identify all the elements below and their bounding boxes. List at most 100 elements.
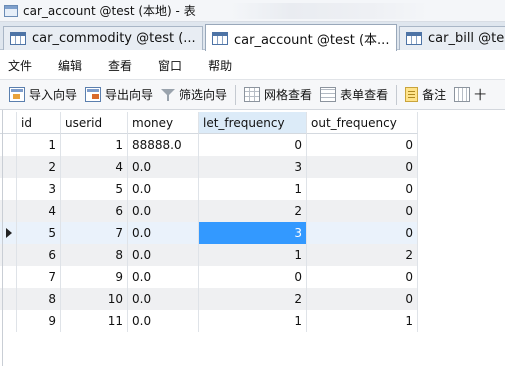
window-title-bar: car_account @test (本地) - 表 — [0, 0, 505, 22]
cell-let-frequency[interactable]: 2 — [199, 200, 307, 222]
cell-money[interactable]: 0.0 — [128, 244, 199, 266]
blurred-region — [230, 3, 430, 19]
column-header-userid[interactable]: userid — [61, 112, 128, 134]
table-row[interactable]: 6 8 0.0 1 2 — [0, 244, 418, 266]
cell-userid[interactable]: 7 — [61, 222, 128, 244]
tab-car-commodity[interactable]: car_commodity @test (... — [3, 26, 203, 50]
cell-id[interactable]: 9 — [17, 310, 61, 332]
table-icon — [212, 31, 228, 45]
tab-label: car_account @test (本... — [234, 32, 390, 48]
cell-userid[interactable]: 1 — [61, 134, 128, 156]
cell-id[interactable]: 8 — [17, 288, 61, 310]
cell-out-frequency[interactable]: 1 — [307, 310, 418, 332]
column-header-id[interactable]: id — [17, 112, 61, 134]
cell-money[interactable]: 0.0 — [128, 310, 199, 332]
cell-out-frequency[interactable]: 0 — [307, 134, 418, 156]
grid-view-button[interactable]: 网格查看 — [244, 86, 312, 103]
cell-out-frequency[interactable]: 0 — [307, 156, 418, 178]
grid-view-label: 网格查看 — [264, 88, 313, 102]
cell-money[interactable]: 0.0 — [128, 156, 199, 178]
cell-userid[interactable]: 11 — [61, 310, 128, 332]
window-title: car_account @test (本地) - 表 — [23, 4, 196, 18]
cell-let-frequency[interactable]: 1 — [199, 178, 307, 200]
table-row-current[interactable]: 5 7 0.0 3 0 — [0, 222, 418, 244]
cell-out-frequency[interactable]: 0 — [307, 288, 418, 310]
column-header-money[interactable]: money — [128, 112, 199, 134]
table-row[interactable]: 9 11 0.0 1 1 — [0, 310, 418, 332]
cell-let-frequency[interactable]: 2 — [199, 288, 307, 310]
current-row-arrow-icon — [6, 228, 12, 238]
cell-id[interactable]: 7 — [17, 266, 61, 288]
menu-help[interactable]: 帮助 — [208, 57, 232, 74]
close-icon[interactable]: × — [396, 31, 397, 45]
cell-money[interactable]: 0.0 — [128, 222, 199, 244]
table-row[interactable]: 8 10 0.0 2 0 — [0, 288, 418, 310]
form-view-button[interactable]: 表单查看 — [320, 86, 388, 103]
cell-id[interactable]: 2 — [17, 156, 61, 178]
export-icon — [85, 87, 102, 102]
column-header-out-frequency[interactable]: out_frequency — [307, 112, 418, 134]
cell-id[interactable]: 6 — [17, 244, 61, 266]
tab-strip: car_commodity @test (... car_account @te… — [0, 22, 505, 51]
column-header-let-frequency[interactable]: let_frequency — [199, 112, 307, 134]
menu-view[interactable]: 查看 — [108, 57, 132, 74]
cell-money[interactable]: 0.0 — [128, 288, 199, 310]
table-row[interactable]: 4 6 0.0 2 0 — [0, 200, 418, 222]
export-wizard-button[interactable]: 导出向导 — [85, 86, 153, 103]
cell-userid[interactable]: 9 — [61, 266, 128, 288]
cell-let-frequency[interactable]: 3 — [199, 156, 307, 178]
cell-userid[interactable]: 8 — [61, 244, 128, 266]
cell-userid[interactable]: 10 — [61, 288, 128, 310]
cell-id[interactable]: 5 — [17, 222, 61, 244]
more-label: 十 — [474, 88, 487, 102]
table-icon — [10, 32, 26, 45]
table-row[interactable]: 7 9 0.0 0 0 — [0, 266, 418, 288]
cell-out-frequency[interactable]: 0 — [307, 200, 418, 222]
cell-out-frequency[interactable]: 0 — [307, 222, 418, 244]
menu-bar: 文件 编辑 查看 窗口 帮助 — [0, 51, 505, 79]
more-icon — [454, 87, 471, 102]
cell-userid[interactable]: 6 — [61, 200, 128, 222]
table-row[interactable]: 2 4 0.0 3 0 — [0, 156, 418, 178]
cell-let-frequency[interactable]: 1 — [199, 244, 307, 266]
menu-file[interactable]: 文件 — [8, 57, 32, 74]
cell-money[interactable]: 0.0 — [128, 266, 199, 288]
more-button[interactable]: 十 — [454, 86, 486, 103]
tab-car-account[interactable]: car_account @test (本... × — [205, 24, 397, 51]
cell-out-frequency[interactable]: 2 — [307, 244, 418, 266]
cell-out-frequency[interactable]: 0 — [307, 266, 418, 288]
cell-id[interactable]: 1 — [17, 134, 61, 156]
cell-let-frequency[interactable]: 0 — [199, 266, 307, 288]
cell-id[interactable]: 3 — [17, 178, 61, 200]
table-row[interactable]: 1 1 88888.0 0 0 — [0, 134, 418, 156]
cell-let-frequency[interactable]: 1 — [199, 310, 307, 332]
import-wizard-label: 导入向导 — [29, 88, 78, 102]
data-grid[interactable]: id userid money let_frequency out_freque… — [0, 110, 505, 366]
cell-money[interactable]: 0.0 — [128, 178, 199, 200]
cell-money[interactable]: 88888.0 — [128, 134, 199, 156]
note-icon — [405, 87, 419, 102]
cell-let-frequency[interactable]: 0 — [199, 134, 307, 156]
filter-icon — [161, 88, 176, 102]
table-icon — [4, 4, 18, 17]
note-label: 备注 — [422, 88, 447, 102]
grid-rows: 1 1 88888.0 0 0 2 4 0.0 3 0 3 5 0.0 1 0 … — [0, 134, 418, 332]
menu-edit[interactable]: 编辑 — [58, 57, 82, 74]
table-row[interactable]: 3 5 0.0 1 0 — [0, 178, 418, 200]
cell-out-frequency[interactable]: 0 — [307, 178, 418, 200]
cell-let-frequency-selected[interactable]: 3 — [199, 222, 307, 244]
filter-wizard-button[interactable]: 筛选向导 — [161, 86, 227, 103]
cell-userid[interactable]: 4 — [61, 156, 128, 178]
export-wizard-label: 导出向导 — [105, 88, 154, 102]
tab-car-bill[interactable]: car_bill @test — [399, 26, 505, 50]
toolbar-divider — [396, 84, 398, 105]
cell-money[interactable]: 0.0 — [128, 200, 199, 222]
cell-userid[interactable]: 5 — [61, 178, 128, 200]
form-icon — [320, 87, 337, 102]
menu-window[interactable]: 窗口 — [158, 57, 182, 74]
grid-header: id userid money let_frequency out_freque… — [0, 112, 418, 134]
import-wizard-button[interactable]: 导入向导 — [9, 86, 77, 103]
tab-label: car_bill @test — [428, 31, 505, 46]
note-button[interactable]: 备注 — [405, 86, 446, 103]
cell-id[interactable]: 4 — [17, 200, 61, 222]
